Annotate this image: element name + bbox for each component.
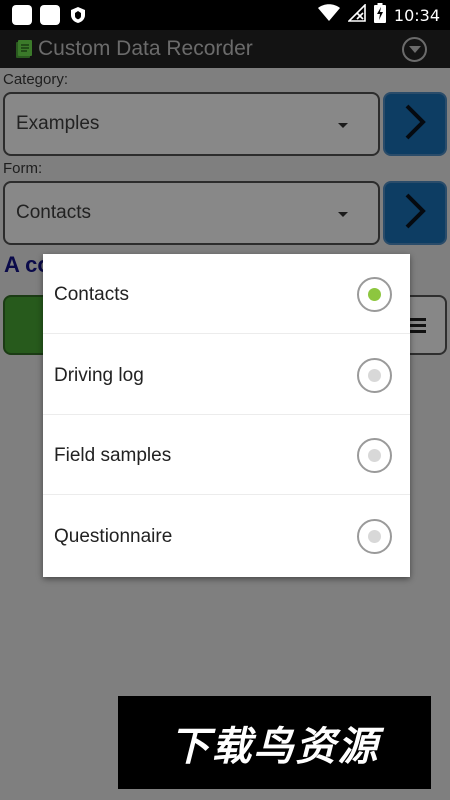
form-select-dialog: Contacts Driving log Field samples Quest… xyxy=(43,254,410,577)
option-questionnaire[interactable]: Questionnaire xyxy=(43,496,410,576)
option-label: Driving log xyxy=(54,365,144,386)
shield-icon xyxy=(68,5,88,25)
form-go-button[interactable] xyxy=(383,181,447,245)
option-contacts[interactable]: Contacts xyxy=(43,254,410,334)
category-label: Category: xyxy=(3,71,69,88)
app-logo-icon xyxy=(15,39,33,59)
watermark-text: 下载鸟资源 xyxy=(169,723,380,770)
dropdown-arrow-icon xyxy=(338,123,348,128)
option-label: Questionnaire xyxy=(54,526,173,547)
chevron-right-icon xyxy=(404,104,426,145)
wifi-icon xyxy=(317,3,340,27)
category-spinner[interactable]: Examples xyxy=(3,92,380,156)
category-go-button[interactable] xyxy=(383,92,447,156)
action-bar: Custom Data Recorder xyxy=(0,30,450,68)
battery-charging-icon xyxy=(373,2,386,28)
status-time: 10:34 xyxy=(393,5,440,25)
overflow-menu-button[interactable] xyxy=(402,37,427,62)
radio-button[interactable] xyxy=(357,519,392,554)
radio-dot xyxy=(368,369,381,382)
category-value: Examples xyxy=(16,113,100,134)
radio-button[interactable] xyxy=(357,438,392,473)
option-label: Field samples xyxy=(54,445,172,466)
radio-dot xyxy=(368,530,381,543)
radio-dot xyxy=(368,288,381,301)
form-label: Form: xyxy=(3,160,43,177)
no-signal-icon xyxy=(346,2,366,27)
radio-button-selected[interactable] xyxy=(357,277,392,312)
radio-dot xyxy=(368,449,381,462)
form-value: Contacts xyxy=(16,202,91,223)
chevron-down-icon xyxy=(408,41,421,59)
notification-app-icon-2 xyxy=(40,5,60,25)
hamburger-icon xyxy=(410,318,426,336)
chevron-right-icon xyxy=(404,193,426,234)
app-title: Custom Data Recorder xyxy=(38,37,253,60)
watermark: 下载鸟资源 xyxy=(118,696,431,789)
status-bar: 10:34 xyxy=(0,0,450,30)
notification-app-icon xyxy=(12,5,32,25)
option-field-samples[interactable]: Field samples xyxy=(43,415,410,495)
form-spinner[interactable]: Contacts xyxy=(3,181,380,245)
option-driving-log[interactable]: Driving log xyxy=(43,335,410,415)
dropdown-arrow-icon xyxy=(338,212,348,217)
option-label: Contacts xyxy=(54,284,129,305)
radio-button[interactable] xyxy=(357,358,392,393)
